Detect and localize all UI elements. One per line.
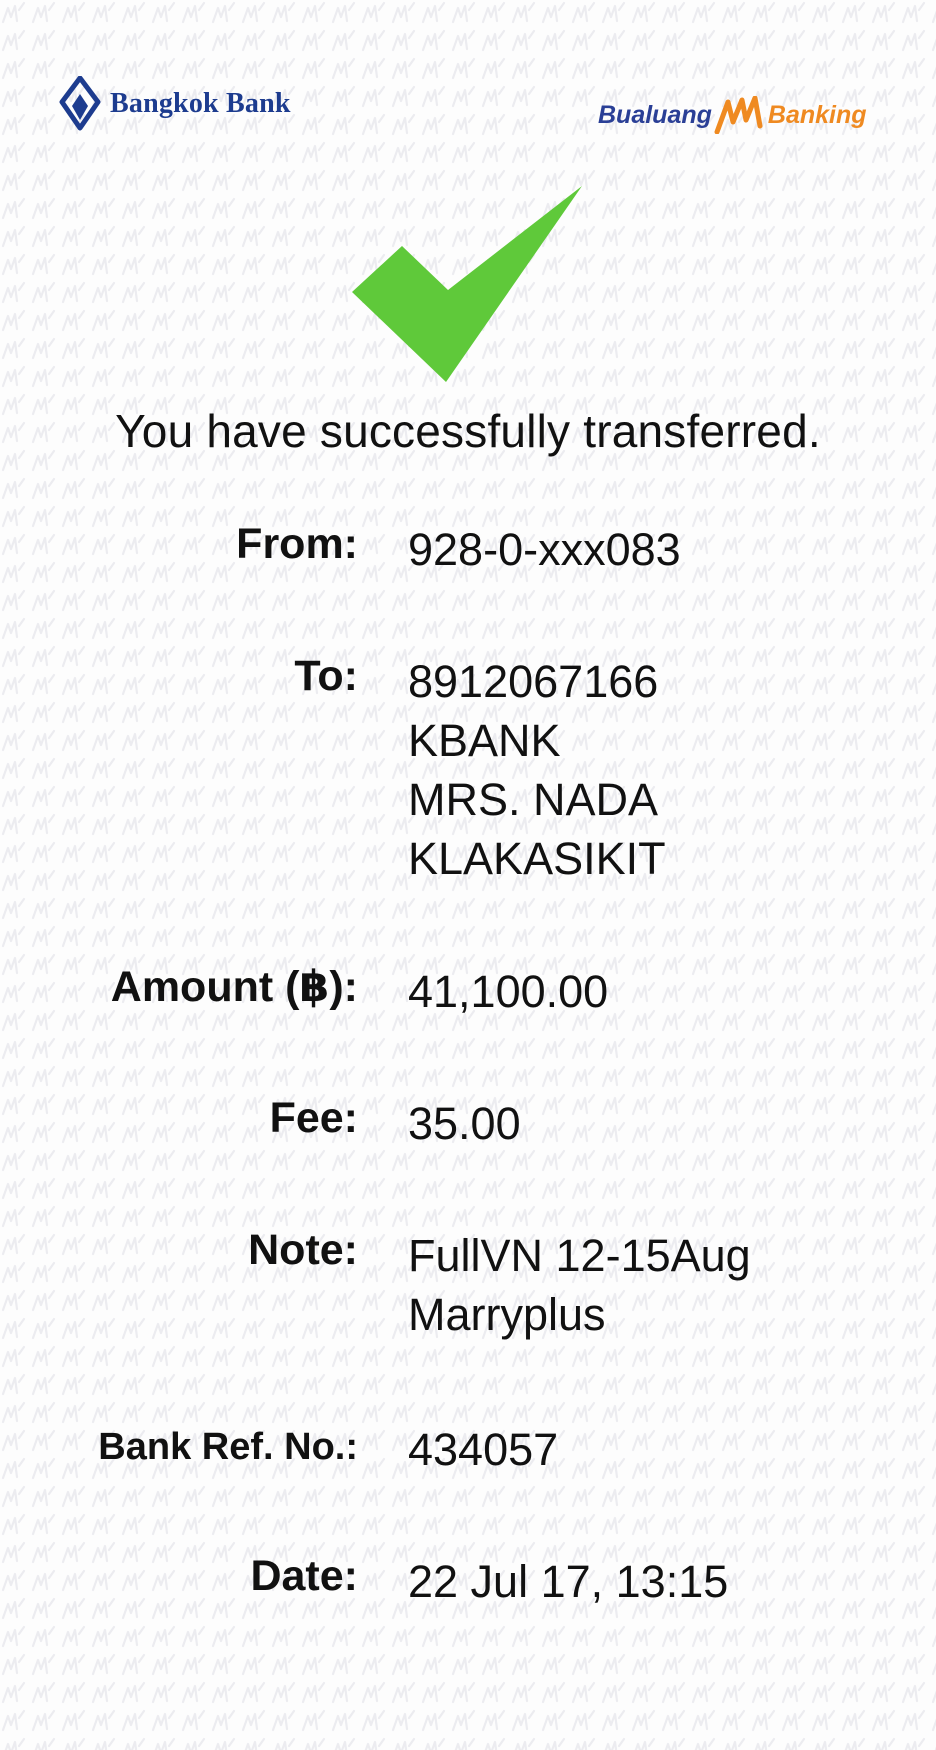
brand-suffix-text: Banking [767, 100, 867, 129]
success-checkmark-icon [352, 186, 582, 382]
to-details-value: 8912067166 KBANK MRS. NADA KLAKASIKIT [408, 652, 666, 888]
note-line2: Marryplus [408, 1289, 606, 1340]
date-value: 22 Jul 17, 13:15 [408, 1556, 729, 1607]
from-account-value: 928-0-xxx083 [408, 524, 681, 575]
note-label: Note: [248, 1226, 358, 1274]
to-label: To: [294, 652, 358, 700]
bangkok-bank-emblem-icon [59, 76, 101, 131]
note-line1: FullVN 12-15Aug [408, 1230, 751, 1281]
brand-prefix-text: Bualuang [598, 100, 712, 129]
fee-label: Fee: [269, 1094, 358, 1142]
amount-label: Amount (฿): [110, 963, 358, 1011]
date-label: Date: [250, 1552, 358, 1600]
bank-name-text: Bangkok Bank [110, 88, 291, 119]
to-recipient-name-line2: KLAKASIKIT [408, 833, 666, 884]
to-bank-name: KBANK [408, 715, 561, 766]
from-label: From: [236, 520, 358, 568]
success-message: You have successfully transferred. [115, 405, 821, 457]
to-account-number: 8912067166 [408, 656, 659, 707]
to-recipient-name-line1: MRS. NADA [408, 774, 659, 825]
bualuang-mbanking-logo: Bualuang Banking [598, 96, 867, 134]
note-value: FullVN 12-15Aug Marryplus [408, 1226, 751, 1344]
fee-value: 35.00 [408, 1098, 521, 1149]
bangkok-bank-logo: Bangkok Bank [58, 76, 291, 132]
amount-value: 41,100.00 [408, 966, 609, 1017]
bank-ref-label: Bank Ref. No.: [98, 1426, 358, 1468]
bank-ref-value: 434057 [408, 1424, 559, 1475]
mbanking-m-mark-icon [714, 96, 763, 134]
